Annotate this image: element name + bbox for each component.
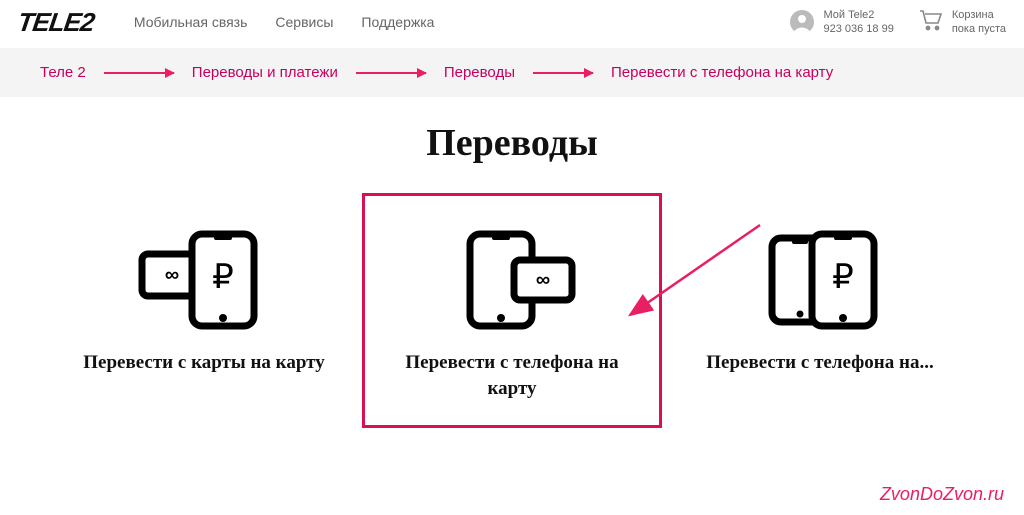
cart-text: Корзина пока пуста [952, 8, 1006, 37]
card-label: Перевести с карты на карту [75, 350, 333, 376]
card-phone-to-phone[interactable]: ₽ Перевести с телефона на... [670, 193, 970, 428]
crumb-transfers-payments[interactable]: Переводы и платежи [192, 64, 338, 81]
card-label: Перевести с телефона на карту [383, 350, 641, 401]
cart-status: пока пуста [952, 22, 1006, 36]
card-to-card-icon: ∞ ₽ [75, 214, 333, 344]
cart-label: Корзина [952, 8, 1006, 22]
account-phone: 923 036 18 99 [823, 22, 893, 36]
account-text: Мой Tele2 923 036 18 99 [823, 8, 893, 37]
cart-icon [918, 8, 944, 37]
account-link[interactable]: Мой Tele2 923 036 18 99 [789, 8, 893, 37]
nav-support[interactable]: Поддержка [361, 14, 434, 30]
crumb-home[interactable]: Теле 2 [40, 64, 86, 81]
crumb-phone-to-card[interactable]: Перевести с телефона на карту [611, 64, 833, 81]
arrow-icon [104, 72, 174, 74]
svg-text:₽: ₽ [832, 258, 854, 296]
phone-to-phone-icon: ₽ [691, 214, 949, 344]
user-icon [789, 9, 815, 35]
nav-mobile[interactable]: Мобильная связь [134, 14, 247, 30]
site-header: TELE2 Мобильная связь Сервисы Поддержка … [0, 0, 1024, 48]
breadcrumb: Теле 2 Переводы и платежи Переводы Перев… [0, 48, 1024, 97]
page-title: Переводы [0, 121, 1024, 165]
cart-link[interactable]: Корзина пока пуста [918, 8, 1006, 37]
crumb-transfers[interactable]: Переводы [444, 64, 515, 81]
transfer-cards: ∞ ₽ Перевести с карты на карту ∞ [0, 193, 1024, 428]
main-content: Переводы ∞ ₽ Перевести с карты на карту [0, 97, 1024, 428]
svg-text:∞: ∞ [165, 264, 179, 286]
card-label: Перевести с телефона на... [691, 350, 949, 376]
nav-services[interactable]: Сервисы [275, 14, 333, 30]
main-nav: Мобильная связь Сервисы Поддержка [134, 14, 435, 30]
card-phone-to-card[interactable]: ∞ Перевести с телефона на карту [362, 193, 662, 428]
svg-text:∞: ∞ [536, 269, 550, 291]
svg-text:₽: ₽ [212, 258, 234, 296]
watermark: ZvonDoZvon.ru [880, 484, 1004, 505]
arrow-icon [356, 72, 426, 74]
account-label: Мой Tele2 [823, 8, 893, 22]
card-card-to-card[interactable]: ∞ ₽ Перевести с карты на карту [54, 193, 354, 428]
arrow-icon [533, 72, 593, 74]
phone-to-card-icon: ∞ [383, 214, 641, 344]
logo[interactable]: TELE2 [16, 7, 96, 38]
